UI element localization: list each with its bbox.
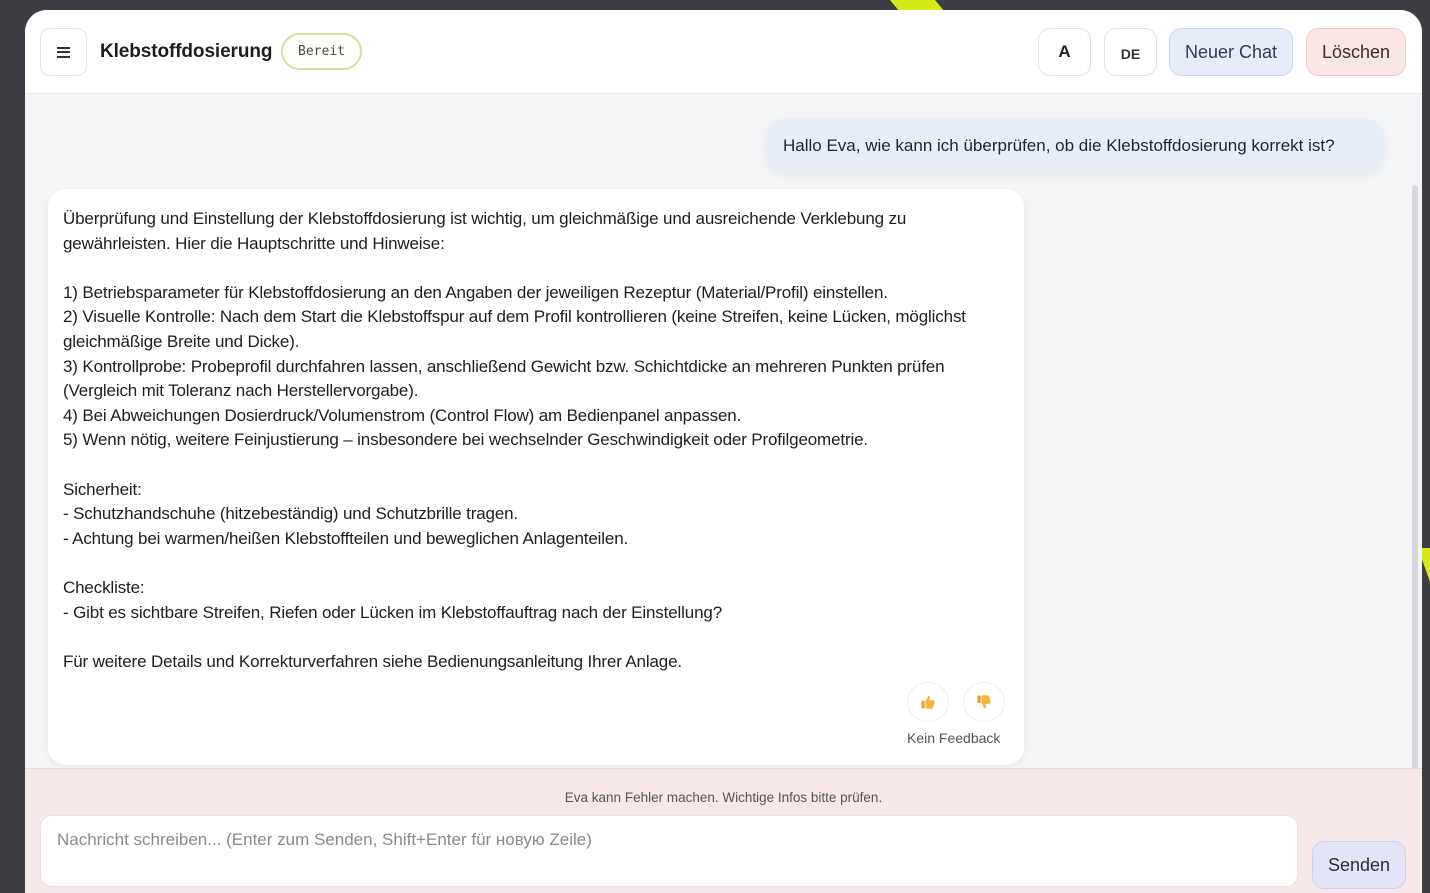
thumbs-up-icon — [921, 695, 935, 709]
send-button[interactable]: Senden — [1312, 841, 1406, 889]
user-message: Hallo Eva, wie kann ich überprüfen, ob d… — [767, 119, 1384, 172]
language-button[interactable]: DE — [1104, 28, 1157, 76]
menu-button[interactable] — [40, 28, 87, 76]
user-message-text: Hallo Eva, wie kann ich überprüfen, ob d… — [783, 135, 1335, 155]
new-chat-button[interactable]: Neuer Chat — [1169, 28, 1293, 76]
scrollbar[interactable] — [1412, 185, 1418, 833]
disclaimer: Eva kann Fehler machen. Wichtige Infos b… — [564, 790, 883, 805]
message-input[interactable] — [40, 815, 1298, 887]
status-badge: Bereit — [281, 33, 362, 70]
assistant-message-text: Überprüfung und Einstellung der Klebstof… — [63, 209, 966, 671]
thumbs-down-button[interactable] — [963, 682, 1005, 722]
thumbs-up-button[interactable] — [907, 682, 949, 722]
chat-area[interactable]: Hallo Eva, wie kann ich überprüfen, ob d… — [25, 95, 1422, 833]
font-size-button[interactable]: A — [1038, 28, 1091, 76]
feedback-status: Kein Feedback — [907, 730, 1001, 746]
page-title: Klebstoffdosierung — [100, 41, 273, 62]
hamburger-icon — [57, 46, 70, 58]
thumbs-down-icon — [977, 695, 991, 709]
header: Klebstoffdosierung Bereit A DE Neuer Cha… — [25, 10, 1422, 94]
assistant-message: Überprüfung und Einstellung der Klebstof… — [48, 189, 1024, 765]
delete-button[interactable]: Löschen — [1306, 28, 1406, 76]
chat-window: Klebstoffdosierung Bereit A DE Neuer Cha… — [25, 10, 1422, 893]
composer: Eva kann Fehler machen. Wichtige Infos b… — [25, 768, 1422, 893]
